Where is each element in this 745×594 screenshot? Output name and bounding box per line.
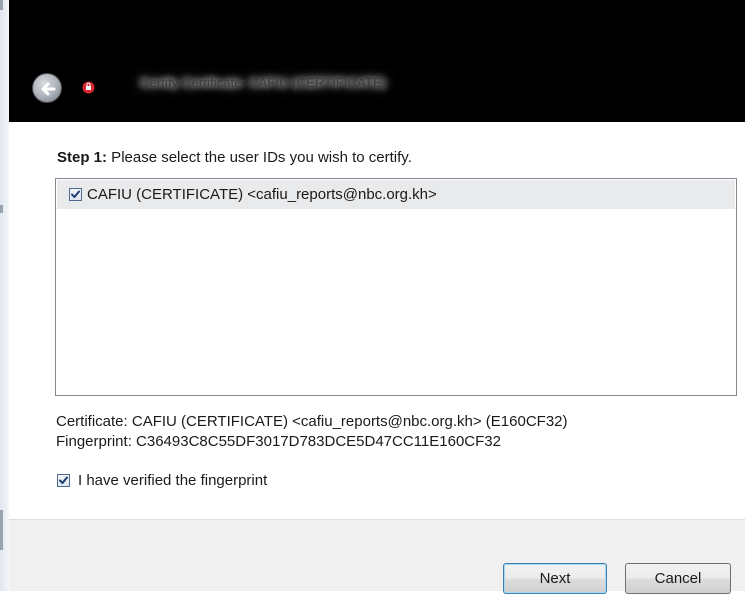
button-bar: Next Cancel	[9, 519, 745, 594]
cancel-button[interactable]: Cancel	[625, 563, 731, 594]
fingerprint-line: Fingerprint: C36493C8C55DF3017D783DCE5D4…	[56, 433, 501, 450]
verify-fingerprint-label: I have verified the fingerprint	[78, 472, 268, 489]
checkmark-icon	[59, 476, 68, 484]
titlebar: Certify Certificate: CAFIU (CERTIFICATE)	[9, 0, 745, 122]
dialog-content: Step 1: Please select the user IDs you w…	[9, 122, 745, 519]
step-text: Please select the user IDs you wish to c…	[107, 149, 412, 166]
back-arrow-icon	[41, 82, 56, 96]
next-button[interactable]: Next	[503, 563, 607, 594]
checkmark-icon	[71, 190, 80, 198]
kleopatra-app-icon	[82, 81, 95, 94]
certificate-line: Certificate: CAFIU (CERTIFICATE) <cafiu_…	[56, 413, 568, 430]
back-button[interactable]	[32, 73, 62, 103]
user-id-checkbox[interactable]	[69, 188, 82, 201]
step-instruction: Step 1: Please select the user IDs you w…	[57, 149, 412, 166]
verify-fingerprint-checkbox[interactable]	[57, 474, 70, 487]
window-title: Certify Certificate: CAFIU (CERTIFICATE)	[140, 75, 387, 90]
user-id-label: CAFIU (CERTIFICATE) <cafiu_reports@nbc.o…	[87, 186, 437, 203]
certificate-info: Certificate: CAFIU (CERTIFICATE) <cafiu_…	[56, 412, 568, 452]
step-label: Step 1:	[57, 149, 108, 166]
verify-fingerprint-row[interactable]: I have verified the fingerprint	[57, 472, 267, 489]
list-item[interactable]: CAFIU (CERTIFICATE) <cafiu_reports@nbc.o…	[57, 180, 735, 209]
window-left-edge	[0, 0, 9, 591]
user-id-list[interactable]: CAFIU (CERTIFICATE) <cafiu_reports@nbc.o…	[55, 178, 737, 396]
